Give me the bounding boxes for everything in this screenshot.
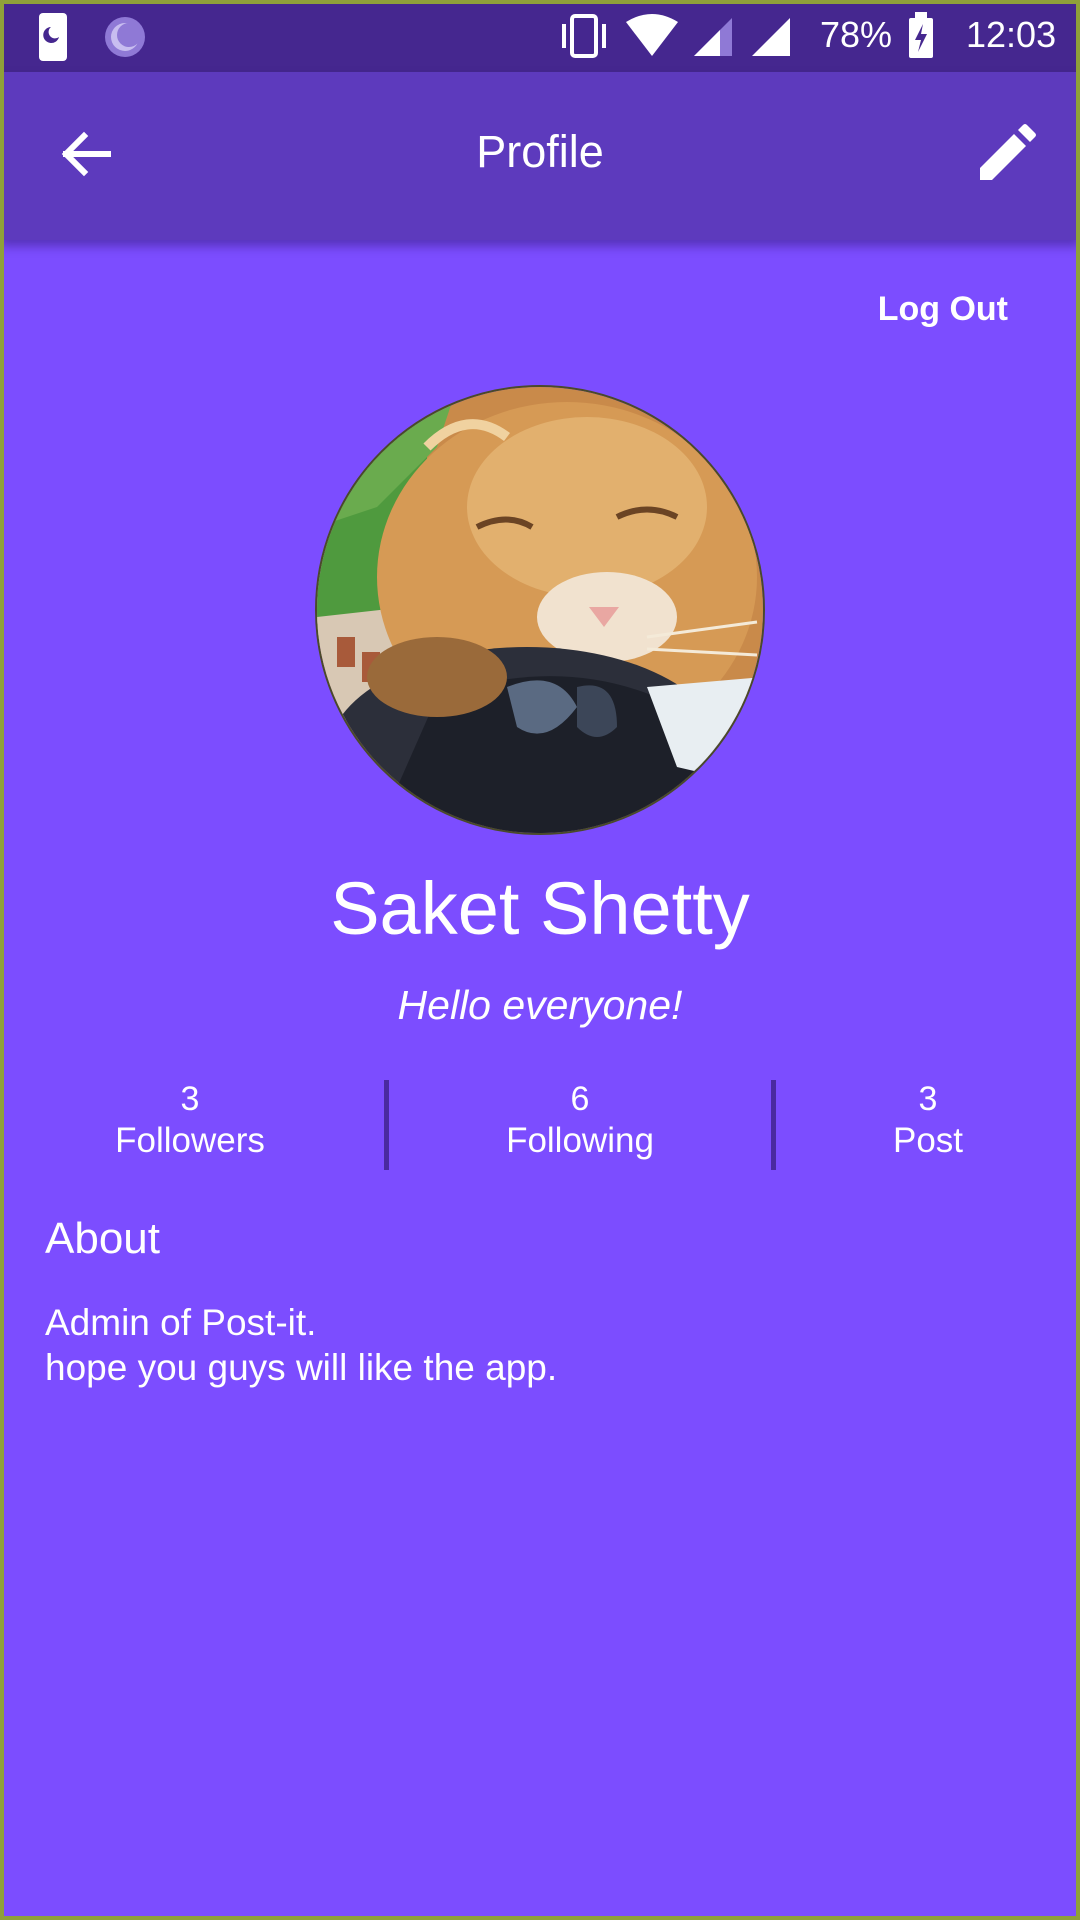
profile-name: Saket Shetty	[330, 867, 750, 950]
cat-photo	[317, 387, 763, 833]
clock: 12:03	[966, 14, 1057, 55]
logout-button[interactable]: Log Out	[878, 290, 1008, 329]
profile-status: Hello everyone!	[397, 982, 683, 1028]
stats-divider	[384, 1080, 389, 1170]
following-count: 6	[570, 1080, 590, 1118]
signal-icon	[750, 0, 794, 72]
signal-icon	[692, 0, 736, 72]
battery-percentage: 78%	[820, 14, 893, 55]
followers-label: Followers	[115, 1121, 265, 1160]
stat-followers[interactable]: 3 Followers	[40, 1078, 340, 1162]
night-mode-icon	[38, 12, 68, 67]
following-label: Following	[506, 1121, 654, 1160]
about-text: Admin of Post-it. hope you guys will lik…	[45, 1300, 557, 1390]
posts-label: Post	[892, 1121, 964, 1160]
page-title: Profile	[476, 126, 604, 177]
status-bar: 78% 12:03	[0, 0, 1080, 72]
battery-charging-icon	[904, 0, 938, 72]
app-bar: Profile	[0, 72, 1080, 240]
posts-count: 3	[918, 1080, 938, 1118]
avatar[interactable]	[315, 385, 765, 835]
followers-count: 3	[180, 1080, 200, 1118]
about-line: Admin of Post-it.	[45, 1302, 317, 1343]
about-line: hope you guys will like the app.	[45, 1347, 558, 1388]
stats-divider	[771, 1080, 776, 1170]
vibrate-icon	[556, 0, 612, 72]
stat-posts[interactable]: 3 Post	[828, 1078, 1028, 1162]
sync-icon	[102, 14, 148, 65]
pencil-icon[interactable]	[976, 124, 1036, 189]
wifi-icon	[624, 0, 680, 72]
about-heading: About	[45, 1214, 160, 1263]
stat-following[interactable]: 6 Following	[430, 1078, 730, 1162]
screen-border	[0, 0, 1080, 1920]
